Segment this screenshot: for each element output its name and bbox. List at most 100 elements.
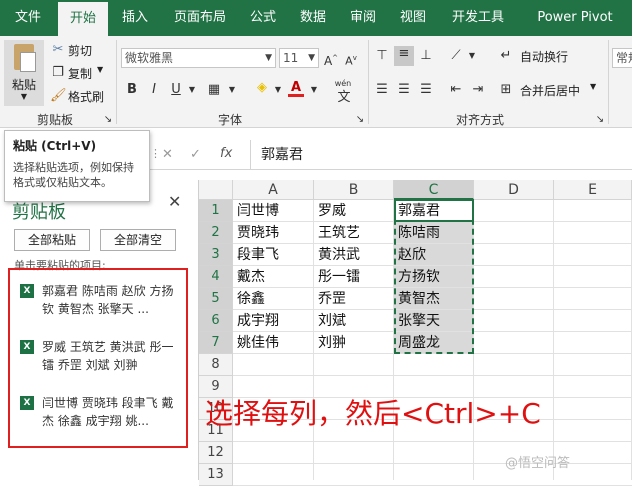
tooltip-title: 粘贴 (Ctrl+V) [13, 139, 97, 153]
gridline [553, 200, 554, 480]
tab-developer[interactable]: 开发工具 [440, 0, 516, 36]
tab-view[interactable]: 视图 [390, 0, 436, 36]
cell-a7[interactable]: 姚佳伟 [233, 332, 314, 354]
row-header-1[interactable]: 1 [199, 200, 233, 222]
cell-a5[interactable]: 徐鑫 [233, 288, 314, 310]
group-label-alignment: 对齐方式 [455, 113, 504, 127]
column-header-b[interactable]: B [314, 180, 394, 200]
tab-home[interactable]: 开始 [58, 2, 108, 36]
align-right-icon[interactable]: ☰ [418, 82, 434, 98]
tab-page-layout[interactable]: 页面布局 [162, 0, 238, 36]
row-header-2[interactable]: 2 [199, 222, 233, 244]
row-header-6[interactable]: 6 [199, 310, 233, 332]
clipboard-item[interactable]: X 闫世博 贾晓玮 段聿飞 戴杰 徐鑫 成宇翔 姚... [20, 394, 185, 430]
copy-icon: ❐ [52, 65, 64, 80]
wrap-text-button[interactable]: 自动换行 [520, 48, 568, 65]
ribbon: 粘贴 ▼ ✂ 剪切 ❐ 复制 ▼ 🖌 格式刷 剪贴板 ↘ 微软雅黑 ▼ 11 ▼… [0, 36, 632, 128]
row-header-5[interactable]: 5 [199, 288, 233, 310]
enter-icon[interactable]: ✓ [190, 147, 201, 162]
clipboard-item[interactable]: X 郭嘉君 陈咭雨 赵欣 方扬钦 黄智杰 张擎天 ... [20, 282, 185, 318]
separator [116, 40, 117, 124]
align-bottom-icon[interactable]: ⊥ [418, 48, 434, 64]
cancel-icon[interactable]: ✕ [162, 147, 173, 162]
clear-all-button[interactable]: 全部清空 [100, 229, 176, 251]
underline-dropdown-icon[interactable]: ▼ [184, 82, 200, 98]
clipboard-item-text: 闫世博 贾晓玮 段聿飞 戴杰 徐鑫 成宇翔 姚... [42, 396, 174, 428]
formula-input[interactable]: 郭嘉君 [250, 140, 632, 170]
cell-b4[interactable]: 彤一镭 [314, 266, 394, 288]
copy-button[interactable]: 复制 [68, 65, 92, 82]
italic-button[interactable]: I [146, 82, 162, 98]
cell-b6[interactable]: 刘斌 [314, 310, 394, 332]
row-header-12[interactable]: 12 [199, 442, 233, 464]
border-icon[interactable]: ▦ [206, 82, 222, 98]
clipboard-launcher-icon[interactable]: ↘ [100, 112, 116, 128]
cell-b3[interactable]: 黄洪武 [314, 244, 394, 266]
copy-dropdown-icon[interactable]: ▼ [97, 65, 103, 74]
paste-button[interactable]: 粘贴 ▼ [4, 40, 44, 106]
paste-all-button[interactable]: 全部粘贴 [14, 229, 90, 251]
cell-b2[interactable]: 王筑艺 [314, 222, 394, 244]
font-size-select[interactable]: 11 ▼ [279, 48, 319, 68]
tab-insert[interactable]: 插入 [110, 0, 160, 36]
cell-a3[interactable]: 段聿飞 [233, 244, 314, 266]
underline-button[interactable]: U [168, 82, 184, 98]
column-header-e[interactable]: E [554, 180, 632, 200]
font-color-icon[interactable]: A [288, 80, 304, 97]
alignment-launcher-icon[interactable]: ↘ [592, 112, 608, 128]
align-left-icon[interactable]: ☰ [374, 82, 390, 98]
tab-data[interactable]: 数据 [290, 0, 336, 36]
column-header-a[interactable]: A [233, 180, 314, 200]
insert-function-icon[interactable]: fx [220, 146, 232, 161]
worksheet-grid[interactable]: A B C D E 1 2 3 4 5 6 7 8 9 10 11 12 13 闫世博 罗威 郭嘉君 贾晓玮 王筑艺 陈咭雨段… [199, 180, 632, 486]
orientation-icon[interactable]: ⟋ [448, 48, 464, 64]
close-icon[interactable]: ✕ [168, 192, 181, 211]
clipboard-item-text: 罗威 王筑艺 黄洪武 彤一镭 乔罡 刘斌 刘翀 [42, 340, 174, 372]
tab-power-pivot[interactable]: Power Pivot [522, 0, 628, 36]
column-header-d[interactable]: D [474, 180, 554, 200]
paste-tooltip: 粘贴 (Ctrl+V) 选择粘贴选项，例如保持格式或仅粘贴文本。 [4, 130, 150, 202]
row-header-4[interactable]: 4 [199, 266, 233, 288]
tab-formulas[interactable]: 公式 [240, 0, 286, 36]
group-label-font: 字体 [217, 113, 242, 127]
number-format-select[interactable]: 常规 [612, 48, 632, 68]
fill-dropdown-icon[interactable]: ▼ [270, 82, 286, 98]
font-launcher-icon[interactable]: ↘ [352, 112, 368, 128]
border-dropdown-icon[interactable]: ▼ [224, 82, 240, 98]
cell-a1[interactable]: 闫世博 [233, 200, 314, 222]
font-name-select[interactable]: 微软雅黑 ▼ [121, 48, 276, 68]
clipboard-item[interactable]: X 罗威 王筑艺 黄洪武 彤一镭 乔罡 刘斌 刘翀 [20, 338, 185, 374]
cell-a2[interactable]: 贾晓玮 [233, 222, 314, 244]
row-header-13[interactable]: 13 [199, 464, 233, 486]
wrap-text-icon: ↵ [500, 48, 512, 63]
bold-button[interactable]: B [124, 82, 140, 98]
row-header-3[interactable]: 3 [199, 244, 233, 266]
cell-a4[interactable]: 戴杰 [233, 266, 314, 288]
row-header-8[interactable]: 8 [199, 354, 233, 376]
orientation-dropdown-icon[interactable]: ▼ [464, 48, 480, 64]
cell-b7[interactable]: 刘翀 [314, 332, 394, 354]
cell-b5[interactable]: 乔罡 [314, 288, 394, 310]
paste-dropdown-icon[interactable]: ▼ [4, 92, 44, 101]
tab-review[interactable]: 审阅 [340, 0, 386, 36]
cell-a6[interactable]: 成宇翔 [233, 310, 314, 332]
cell-b1[interactable]: 罗威 [314, 200, 394, 222]
format-painter-button[interactable]: 格式刷 [68, 88, 104, 105]
column-header-c[interactable]: C [394, 180, 474, 200]
font-color-dropdown-icon[interactable]: ▼ [306, 82, 322, 98]
align-center-icon[interactable]: ☰ [396, 82, 412, 98]
align-top-icon[interactable]: ⊤ [374, 48, 390, 64]
cut-button[interactable]: 剪切 [68, 42, 92, 59]
tab-file[interactable]: 文件 [0, 0, 56, 36]
select-all-corner[interactable] [199, 180, 233, 200]
merge-dropdown-icon[interactable]: ▼ [590, 82, 596, 91]
merge-center-button[interactable]: 合并后居中 [520, 82, 580, 99]
increase-indent-icon[interactable]: ⇥ [470, 82, 486, 98]
fill-color-icon[interactable]: ◈ [254, 80, 270, 96]
increase-font-icon[interactable]: A^ [323, 50, 339, 68]
decrease-indent-icon[interactable]: ⇤ [448, 82, 464, 98]
decrease-font-icon[interactable]: Av [343, 50, 359, 68]
row-header-7[interactable]: 7 [199, 332, 233, 354]
paste-label: 粘贴 [11, 78, 36, 92]
align-middle-icon[interactable]: ≡ [394, 46, 414, 66]
